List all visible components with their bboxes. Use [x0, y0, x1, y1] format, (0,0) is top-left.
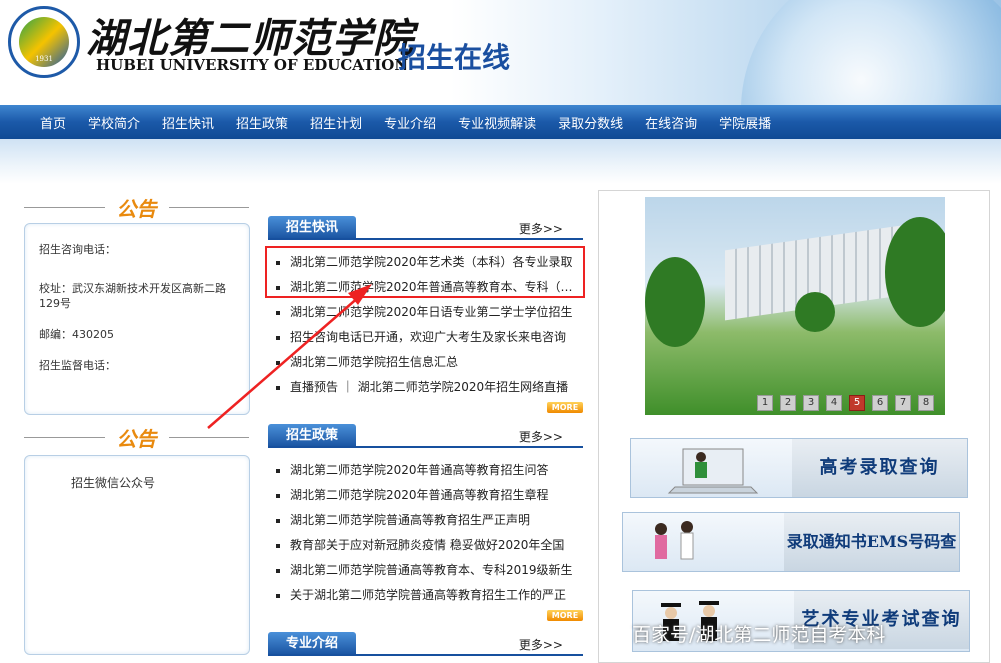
admission-query-label: 高考录取查询	[792, 439, 967, 497]
tree	[885, 217, 945, 327]
carousel-pager: 1 2 3 4 5 6 7 8	[757, 395, 941, 411]
policy-more-link[interactable]: 更多>>	[519, 428, 563, 445]
contact-phone: 招生咨询电话：	[39, 243, 116, 256]
nav-news[interactable]: 招生快讯	[158, 113, 218, 132]
header: 1931 湖北第二师范学院 HUBEI UNIVERSITY OF EDUCAT…	[0, 0, 1001, 105]
policy-more-badge[interactable]: MORE	[547, 610, 583, 621]
nav-policy[interactable]: 招生政策	[232, 113, 292, 132]
tree	[795, 292, 835, 332]
policy-item[interactable]: 教育部关于应对新冠肺炎疫情 稳妥做好2020年全国	[272, 533, 582, 558]
news-more-link[interactable]: 更多>>	[519, 220, 563, 237]
admission-query-button[interactable]: 高考录取查询	[630, 438, 968, 498]
school-name-en: HUBEI UNIVERSITY OF EDUCATION	[96, 56, 409, 74]
wechat-label: 招生微信公众号	[71, 476, 156, 490]
news-item[interactable]: 招生咨询电话已开通，欢迎广大考生及家长来电咨询	[272, 325, 582, 350]
watermark: 百家号/湖北第二师范自考本科	[632, 624, 886, 646]
nav-consult[interactable]: 在线咨询	[641, 113, 701, 132]
carousel-page-active[interactable]: 5	[849, 395, 865, 411]
carousel-page[interactable]: 6	[872, 395, 888, 411]
policy-item[interactable]: 湖北第二师范学院普通高等教育招生严正声明	[272, 508, 582, 533]
campus-photo	[645, 197, 945, 415]
nav-showcase[interactable]: 学院展播	[715, 113, 775, 132]
section-divider	[268, 446, 583, 448]
policy-section: 招生政策 更多>> 湖北第二师范学院2020年普通高等教育招生问答 湖北第二师范…	[268, 424, 583, 624]
site-title: 招生在线	[398, 41, 511, 74]
tab-news[interactable]: 招生快讯	[268, 216, 356, 240]
policy-item[interactable]: 湖北第二师范学院2020年普通高等教育招生问答	[272, 458, 582, 483]
nav-plan[interactable]: 招生计划	[306, 113, 366, 132]
news-item[interactable]: 湖北第二师范学院2020年日语专业第二学士学位招生	[272, 300, 582, 325]
globe-banner	[741, 0, 1001, 105]
policy-item[interactable]: 关于湖北第二师范学院普通高等教育招生工作的严正	[272, 583, 582, 608]
carousel-page[interactable]: 3	[803, 395, 819, 411]
tree	[645, 257, 705, 347]
tab-majors[interactable]: 专业介绍	[268, 632, 356, 656]
notice-heading: 公告	[24, 194, 249, 221]
carousel-page[interactable]: 4	[826, 395, 842, 411]
carousel-page[interactable]: 8	[918, 395, 934, 411]
carousel-page[interactable]: 7	[895, 395, 911, 411]
wechat-box: 招生微信公众号	[24, 455, 250, 655]
carousel-page[interactable]: 2	[780, 395, 796, 411]
main-nav: 首页 学校简介 招生快讯 招生政策 招生计划 专业介绍 专业视频解读 录取分数线…	[0, 105, 1001, 139]
news-more-badge[interactable]: MORE	[547, 402, 583, 413]
tab-policy[interactable]: 招生政策	[268, 424, 356, 448]
ems-query-button[interactable]: 录取通知书EMS号码查询	[622, 512, 960, 609]
contact-supervision-phone: 招生监督电话：	[39, 359, 116, 372]
section-divider	[268, 654, 583, 656]
policy-item[interactable]: 湖北第二师范学院普通高等教育本、专科2019级新生	[272, 558, 582, 583]
logo-year: 1931	[35, 55, 53, 63]
nav-about[interactable]: 学校简介	[84, 113, 144, 132]
notice-heading-2: 公告	[24, 424, 249, 451]
notice-heading-2-text: 公告	[116, 426, 157, 451]
nav-videos[interactable]: 专业视频解读	[454, 113, 540, 132]
students-icon	[655, 521, 694, 560]
nav-scores[interactable]: 录取分数线	[554, 113, 627, 132]
notice-heading-text: 公告	[116, 196, 157, 221]
laptop-student-icon	[667, 448, 759, 494]
nav-home[interactable]: 首页	[36, 113, 70, 132]
red-highlight-box	[265, 246, 585, 298]
section-divider	[268, 238, 583, 240]
ems-query-label: 录取通知书EMS号码查询	[784, 513, 959, 609]
carousel-page[interactable]: 1	[757, 395, 773, 411]
news-item[interactable]: 湖北第二师范学院招生信息汇总	[272, 350, 582, 375]
policy-item[interactable]: 湖北第二师范学院2020年普通高等教育招生章程	[272, 483, 582, 508]
contact-address: 校址：武汉东湖新技术开发区高新二路129号	[39, 282, 226, 310]
majors-section: 专业介绍 更多>>	[268, 632, 583, 663]
contact-zip: 邮编：430205	[39, 328, 114, 341]
news-item[interactable]: 直播预告 ｜ 湖北第二师范学院2020年招生网络直播	[272, 375, 582, 400]
nav-wave-decoration	[0, 139, 1001, 184]
nav-majors[interactable]: 专业介绍	[380, 113, 440, 132]
majors-more-link[interactable]: 更多>>	[519, 636, 563, 653]
contact-box: 招生咨询电话： 校址：武汉东湖新技术开发区高新二路129号 邮编：430205 …	[24, 223, 250, 415]
school-logo[interactable]: 1931	[8, 6, 80, 78]
